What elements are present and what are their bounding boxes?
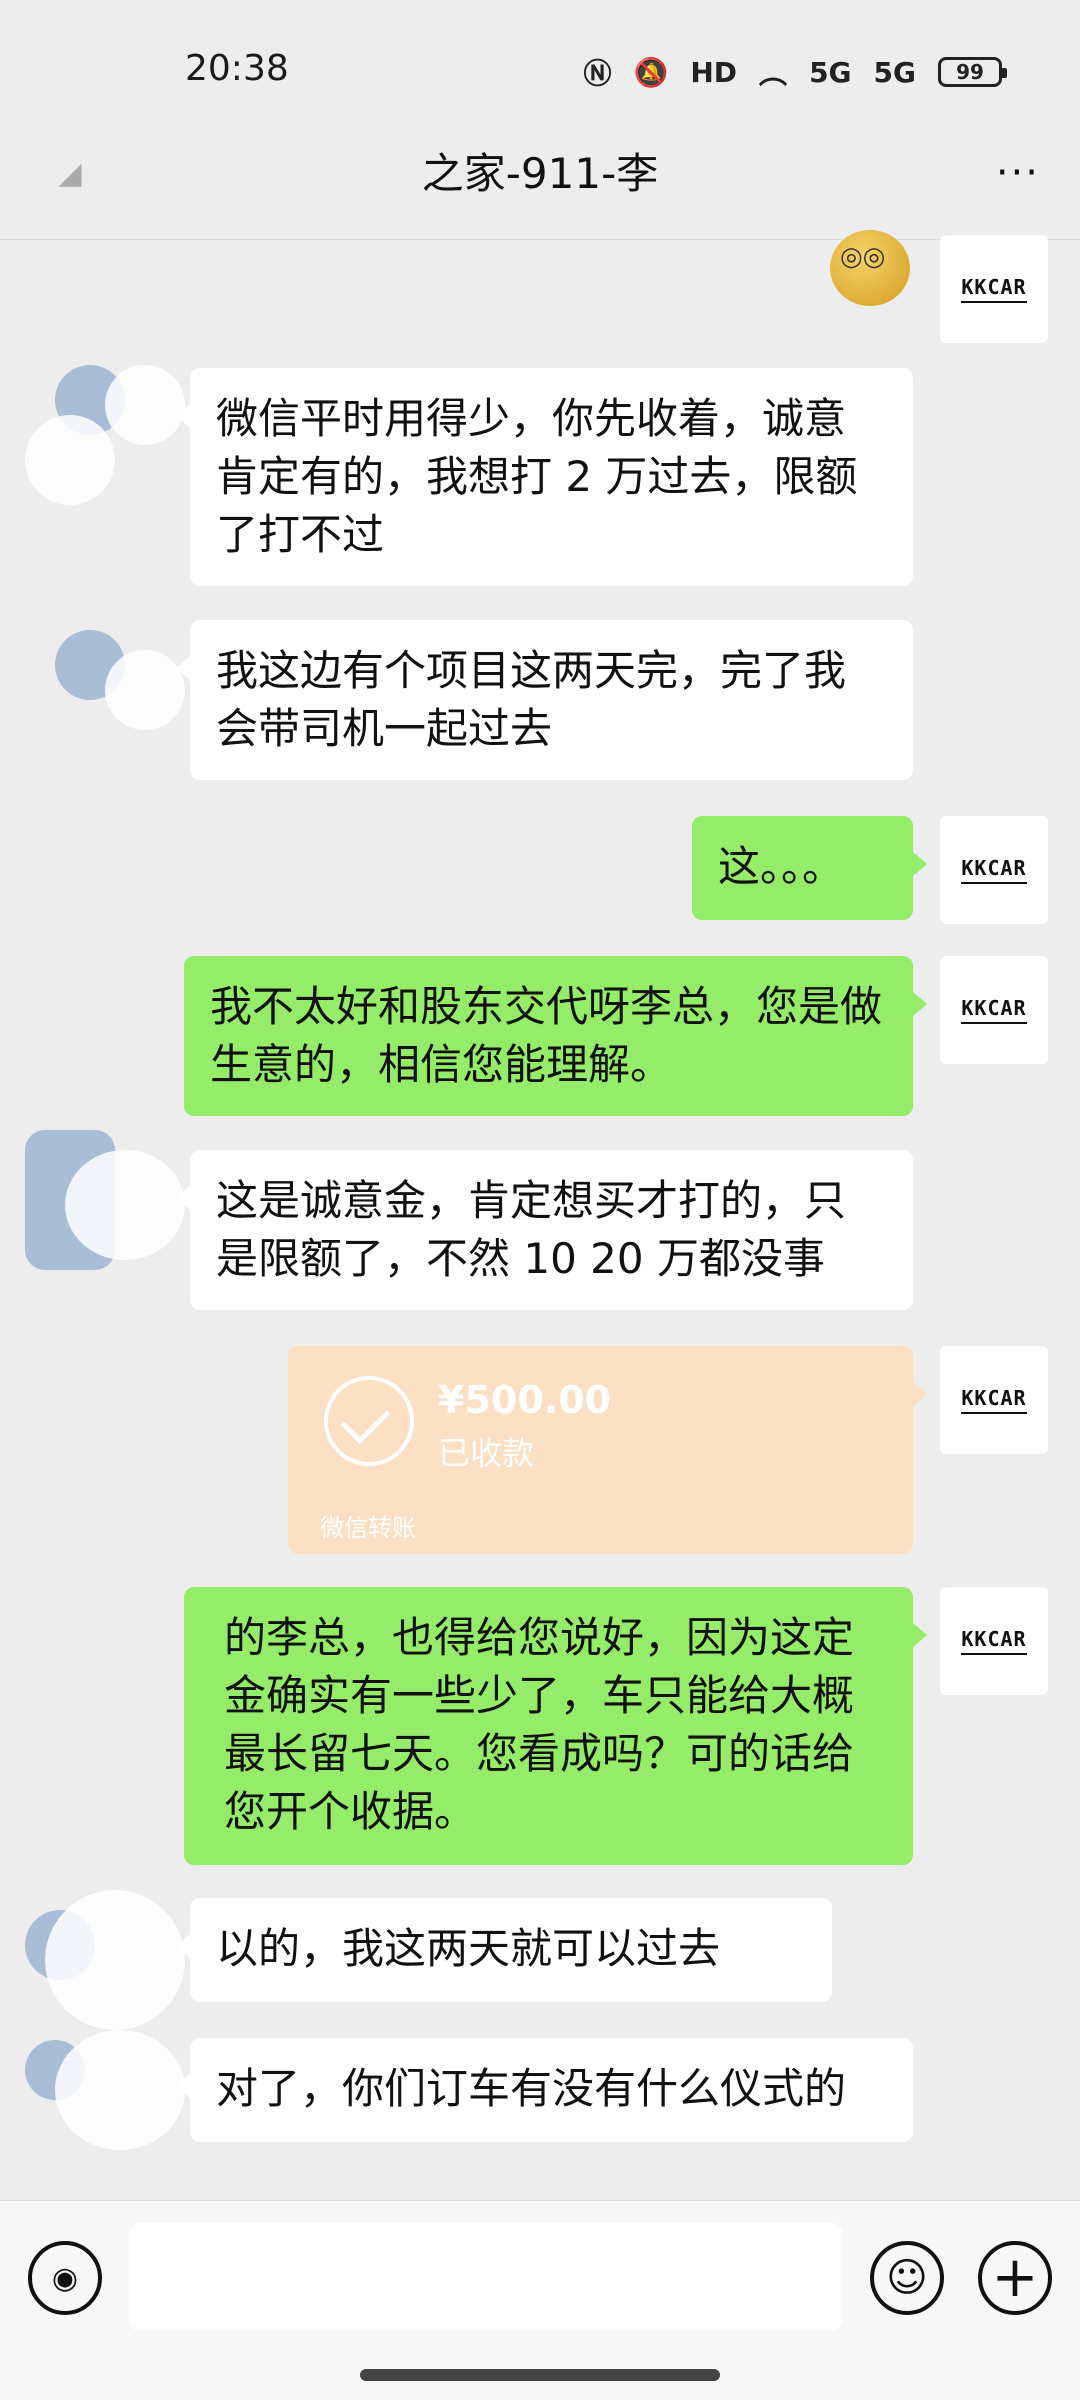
avatar-blur [55, 2030, 185, 2150]
signal-5g-icon: 5G [809, 55, 852, 89]
avatar-logo: KKCAR [961, 1627, 1027, 1655]
nfc-icon: Ⓝ [583, 57, 612, 90]
avatar-logo: KKCAR [961, 996, 1027, 1024]
contact-avatar[interactable] [25, 1130, 205, 1310]
my-avatar[interactable]: KKCAR [940, 956, 1048, 1064]
transfer-label: 微信转账 [320, 1514, 416, 1542]
avatar-blur [105, 650, 185, 730]
avatar-blur [65, 1150, 185, 1260]
avatar-logo: KKCAR [961, 1386, 1027, 1414]
status-icons: Ⓝ 🔕 HD ︵ 5G 5G 99 [583, 52, 1007, 92]
my-avatar[interactable]: KKCAR [940, 1346, 1048, 1454]
message-bubble[interactable]: 这是诚意金，肯定想买才打的，只是限额了，不然 10 20 万都没事 [176, 1150, 913, 1310]
avatar-blur [105, 365, 185, 445]
signal-5g-icon: 5G [873, 55, 916, 89]
more-functions-button[interactable]: + [978, 2241, 1052, 2315]
more-options-button[interactable]: ··· [996, 150, 1040, 196]
wifi-icon: ︵ [759, 57, 788, 90]
message-bubble[interactable]: 以的，我这两天就可以过去 [176, 1898, 832, 2002]
message-bubble[interactable]: 的李总，也得给您说好，因为这定金确实有一些少了，车只能给大概最长留七天。您看成吗… [184, 1587, 927, 1865]
input-bar: ◉ ☺ + [0, 2200, 1080, 2400]
avatar-logo: KKCAR [961, 856, 1027, 884]
emoji-sticker [830, 230, 910, 306]
avatar-blur [45, 1890, 185, 2030]
mute-icon: 🔕 [633, 55, 669, 89]
chat-header: ◢ 之家-911-李 ··· [0, 130, 1080, 240]
my-avatar[interactable]: KKCAR [940, 235, 1048, 343]
transfer-status: 已收款 [438, 1434, 535, 1472]
message-bubble[interactable]: 对了，你们订车有没有什么仪式的 [176, 2038, 913, 2142]
my-avatar[interactable]: KKCAR [940, 816, 1048, 924]
smile-icon: ☺ [886, 2255, 928, 2301]
message-bubble[interactable]: 我这边有个项目这两天完，完了我会带司机一起过去 [176, 620, 913, 780]
contact-avatar[interactable] [25, 1890, 205, 2150]
check-circle-icon [324, 1376, 414, 1466]
battery-icon: 99 [938, 57, 1007, 87]
message-bubble[interactable]: 这。。。 [692, 816, 927, 920]
voice-input-button[interactable]: ◉ [28, 2241, 102, 2315]
voice-icon: ◉ [51, 2260, 79, 2296]
message-bubble[interactable]: 微信平时用得少，你先收着，诚意肯定有的，我想打 2 万过去，限额了打不过 [176, 368, 913, 586]
message-bubble[interactable]: 我不太好和股东交代呀李总，您是做生意的，相信您能理解。 [184, 956, 927, 1116]
emoji-button[interactable]: ☺ [870, 2241, 944, 2315]
avatar-logo: KKCAR [961, 275, 1027, 303]
avatar-blur [25, 415, 115, 505]
message-input[interactable] [130, 2223, 842, 2331]
status-bar: 20:38 Ⓝ 🔕 HD ︵ 5G 5G 99 [0, 0, 1080, 130]
contact-avatar[interactable] [25, 345, 205, 525]
chat-title: 之家-911-李 [421, 149, 659, 198]
contact-avatar[interactable] [25, 610, 205, 790]
transfer-card[interactable]: ¥500.00 已收款 微信转账 [288, 1346, 927, 1554]
home-indicator[interactable] [360, 2369, 720, 2381]
plus-icon: + [991, 2245, 1039, 2310]
chat-area[interactable]: KKCAR 微信平时用得少，你先收着，诚意肯定有的，我想打 2 万过去，限额了打… [0, 230, 1080, 2200]
transfer-amount: ¥500.00 [438, 1378, 612, 1422]
status-time: 20:38 [185, 48, 289, 89]
my-avatar[interactable]: KKCAR [940, 1587, 1048, 1695]
hd-icon: HD [690, 55, 738, 89]
